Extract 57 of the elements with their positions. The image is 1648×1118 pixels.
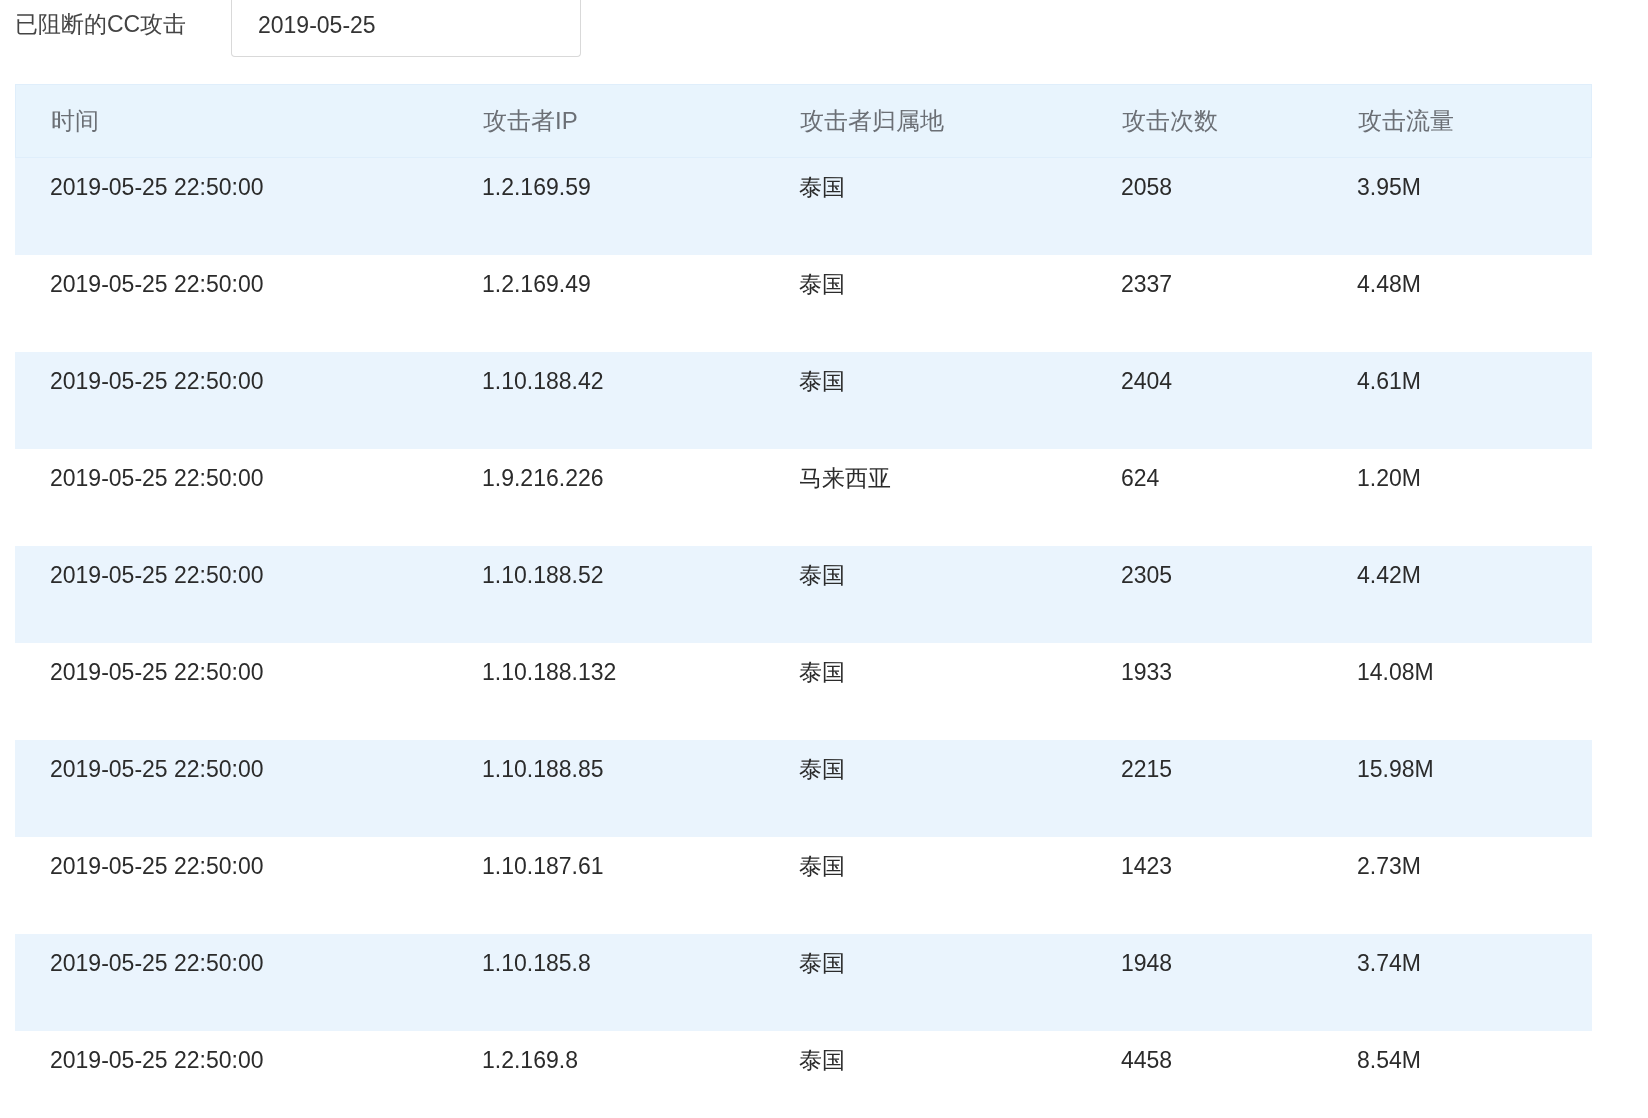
table-cell-text: 2019-05-25 22:50:00 (49, 270, 265, 299)
table-cell-text: 泰国 (799, 949, 846, 978)
table-cell-text: 2019-05-25 22:50:00 (49, 464, 265, 493)
column-header: 攻击者IP (483, 106, 579, 136)
column-header: 攻击流量 (1358, 106, 1455, 136)
table-cell-text: 泰国 (799, 173, 846, 202)
table-cell-text: 2337 (1121, 270, 1174, 299)
table-cell-text: 马来西亚 (799, 464, 892, 493)
column-header: 时间 (50, 106, 100, 136)
table-cell-text: 4.42M (1357, 561, 1422, 590)
table-cell-text: 1.10.188.52 (482, 561, 605, 590)
table-cell-text: 2019-05-25 22:50:00 (49, 367, 265, 396)
table-cell-text: 1.10.188.132 (482, 658, 618, 687)
table-cell-text: 1.10.188.42 (482, 367, 605, 396)
table-cell-text: 2404 (1121, 367, 1174, 396)
table-cell-text: 泰国 (799, 1046, 846, 1075)
table-cell-text: 1.10.188.85 (482, 755, 605, 784)
table-cell-text: 2019-05-25 22:50:00 (49, 755, 265, 784)
table-cell-text: 8.54M (1357, 1046, 1422, 1075)
table-cell-text: 4.61M (1357, 367, 1422, 396)
table-cell-text: 1.2.169.8 (482, 1046, 579, 1075)
table-cell-text: 泰国 (799, 755, 846, 784)
table-cell-text: 4.48M (1357, 270, 1422, 299)
table-cell-text: 3.95M (1357, 173, 1422, 202)
filter-label: 已阻断的CC攻击 (15, 10, 188, 40)
table-cell-text: 2019-05-25 22:50:00 (49, 1046, 265, 1075)
table-cell-text: 2305 (1121, 561, 1174, 590)
table-cell-text: 2019-05-25 22:50:00 (49, 173, 265, 202)
table-cell-text: 624 (1121, 464, 1161, 493)
table-cell-text: 1933 (1121, 658, 1174, 687)
table-cell-text: 3.74M (1357, 949, 1422, 978)
table-cell-text: 2019-05-25 22:50:00 (49, 658, 265, 687)
column-header: 攻击次数 (1122, 106, 1219, 136)
table-cell-text: 14.08M (1357, 658, 1435, 687)
table-cell-text: 1.10.185.8 (482, 949, 592, 978)
table-cell-text: 1.2.169.49 (482, 270, 592, 299)
table-cell-text: 泰国 (799, 367, 846, 396)
table-cell-text: 泰国 (799, 270, 846, 299)
table-cell-text: 2019-05-25 22:50:00 (49, 949, 265, 978)
table-cell-text: 泰国 (799, 658, 846, 687)
table-cell-text: 15.98M (1357, 755, 1435, 784)
table-cell-text: 1.9.216.226 (482, 464, 605, 493)
table-cell-text: 1423 (1121, 852, 1174, 881)
table-cell-text: 泰国 (799, 561, 846, 590)
table-cell-text: 1.10.187.61 (482, 852, 605, 881)
table-cell-text: 4458 (1121, 1046, 1174, 1075)
table-cell-text: 1948 (1121, 949, 1174, 978)
table-cell-text: 1.20M (1357, 464, 1422, 493)
table-cell-text: 2058 (1121, 173, 1174, 202)
table-cell-text: 2019-05-25 22:50:00 (49, 561, 265, 590)
table-cell-text: 泰国 (799, 852, 846, 881)
date-field[interactable]: 2019-05-25 (231, 0, 581, 57)
table-cell-text: 2019-05-25 22:50:00 (49, 852, 265, 881)
column-header: 攻击者归属地 (800, 106, 945, 136)
table-cell-text: 2.73M (1357, 852, 1422, 881)
table-cell-text: 1.2.169.59 (482, 173, 592, 202)
table-cell-text: 2215 (1121, 755, 1174, 784)
